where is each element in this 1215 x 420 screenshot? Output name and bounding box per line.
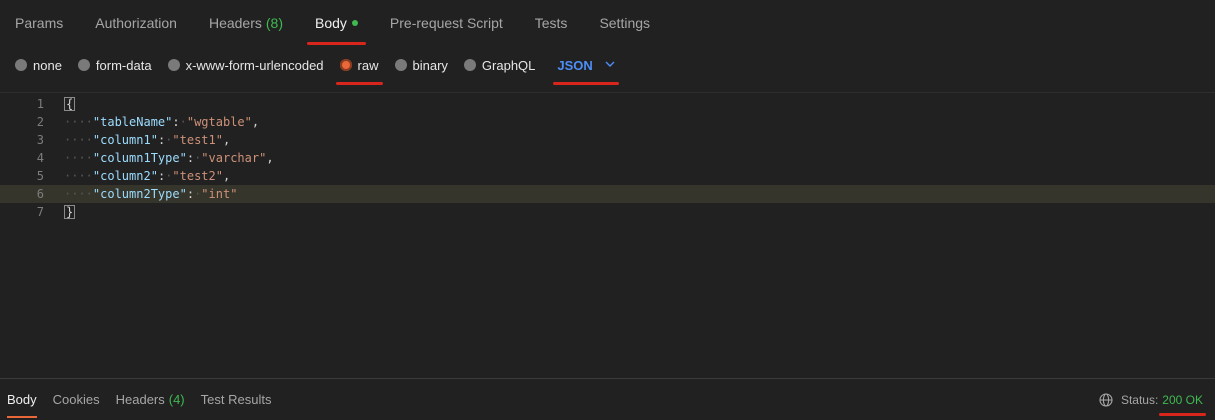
open-brace: {	[64, 97, 76, 111]
response-tab-body[interactable]: Body	[7, 379, 37, 420]
body-option-none[interactable]: none	[15, 46, 62, 84]
json-key: "column2Type"	[92, 187, 187, 201]
editor-line: 5 ····"column2":·"test2",	[0, 167, 1215, 185]
line-number: 7	[36, 205, 44, 219]
annotation-underline	[1159, 413, 1206, 416]
editor-line: 1 {	[0, 95, 1215, 113]
response-headers-count: (4)	[168, 392, 185, 407]
postman-request-panel: Params Authorization Headers (8) Body Pr…	[0, 0, 1215, 420]
annotation-underline	[307, 42, 366, 45]
editor-line: 3 ····"column1":·"test1",	[0, 131, 1215, 149]
option-binary-label: binary	[412, 57, 448, 73]
tab-settings[interactable]: Settings	[599, 0, 650, 46]
editor-line: 2 ····"tableName":·"wgtable",	[0, 113, 1215, 131]
globe-icon[interactable]	[1099, 393, 1113, 407]
editor-line: 7 }	[0, 203, 1215, 221]
body-option-raw[interactable]: raw	[335, 46, 383, 85]
radio-form-data[interactable]	[77, 59, 90, 71]
line-number: 2	[36, 115, 44, 129]
radio-binary[interactable]	[394, 59, 407, 71]
radio-urlencoded[interactable]	[167, 59, 180, 71]
status-value: 200 OK	[1159, 393, 1206, 416]
tab-body-label: Body	[315, 15, 347, 31]
tab-tests-label: Tests	[534, 15, 568, 31]
editor-line-current: 6 ····"column2Type":·"int"	[0, 185, 1215, 203]
line-number: 1	[36, 97, 44, 111]
option-form-data-label: form-data	[95, 57, 152, 73]
response-tab-cookies-label: Cookies	[52, 392, 100, 407]
tab-authorization-label: Authorization	[95, 15, 177, 31]
tab-params[interactable]: Params	[15, 0, 63, 46]
json-value: "varchar"	[201, 151, 267, 165]
line-number: 4	[36, 151, 44, 165]
response-tab-body-label: Body	[7, 392, 37, 407]
body-option-form-data[interactable]: form-data	[77, 46, 152, 84]
annotation-underline	[553, 82, 619, 85]
option-raw-label: raw	[357, 57, 379, 73]
close-brace: }	[64, 205, 76, 219]
json-key: "tableName"	[92, 115, 173, 129]
status-label: Status:	[1120, 393, 1159, 407]
radio-raw[interactable]	[339, 59, 352, 71]
tab-pre-request-label: Pre-request Script	[389, 15, 503, 31]
json-key: "column1"	[92, 133, 158, 147]
radio-graphql[interactable]	[463, 59, 476, 71]
body-option-binary[interactable]: binary	[394, 46, 448, 84]
annotation-underline	[335, 82, 383, 85]
tab-authorization[interactable]: Authorization	[95, 0, 177, 46]
status-code-text: 200 OK	[1162, 393, 1203, 407]
body-option-urlencoded[interactable]: x-www-form-urlencoded	[167, 46, 324, 84]
json-value: "int"	[201, 187, 238, 201]
language-select[interactable]: JSON	[553, 46, 619, 85]
line-number: 6	[36, 187, 44, 201]
response-tab-cookies[interactable]: Cookies	[53, 379, 100, 420]
json-value: "test1"	[172, 133, 223, 147]
json-value: "wgtable"	[186, 115, 252, 129]
response-tab-test-results-label: Test Results	[200, 392, 272, 407]
response-tab-headers[interactable]: Headers (4)	[116, 379, 185, 420]
code-editor[interactable]: 1 { 2 ····"tableName":·"wgtable", 3 ····…	[0, 92, 1215, 378]
response-tab-test-results[interactable]: Test Results	[201, 379, 272, 420]
option-urlencoded-label: x-www-form-urlencoded	[185, 57, 324, 73]
tab-headers[interactable]: Headers (8)	[209, 0, 283, 46]
line-number: 5	[36, 169, 44, 183]
tab-headers-label: Headers	[208, 15, 262, 31]
active-tab-indicator	[7, 415, 37, 418]
tab-tests[interactable]: Tests	[535, 0, 568, 46]
response-tab-headers-label: Headers	[115, 392, 165, 407]
response-bar: Body Cookies Headers (4) Test Results St…	[0, 378, 1215, 420]
json-value: "test2"	[172, 169, 223, 183]
request-tabs: Params Authorization Headers (8) Body Pr…	[0, 0, 1215, 46]
json-key: "column1Type"	[92, 151, 187, 165]
option-none-label: none	[33, 57, 62, 73]
chevron-down-icon	[605, 59, 615, 71]
status-area: Status: 200 OK	[1099, 379, 1206, 420]
option-graphql-label: GraphQL	[481, 57, 536, 73]
tab-body[interactable]: Body	[307, 0, 366, 46]
editor-line: 4 ····"column1Type":·"varchar",	[0, 149, 1215, 167]
tab-params-label: Params	[15, 15, 64, 31]
body-option-graphql[interactable]: GraphQL	[463, 46, 536, 84]
tab-pre-request-script[interactable]: Pre-request Script	[390, 0, 503, 46]
line-number: 3	[36, 133, 44, 147]
json-key: "column2"	[92, 169, 158, 183]
body-type-options: none form-data x-www-form-urlencoded raw…	[0, 46, 1215, 85]
radio-none[interactable]	[15, 59, 27, 71]
language-select-value: JSON	[557, 57, 593, 73]
tab-headers-count: (8)	[265, 15, 283, 31]
tab-settings-label: Settings	[599, 15, 651, 31]
body-indicator-dot	[351, 20, 358, 26]
